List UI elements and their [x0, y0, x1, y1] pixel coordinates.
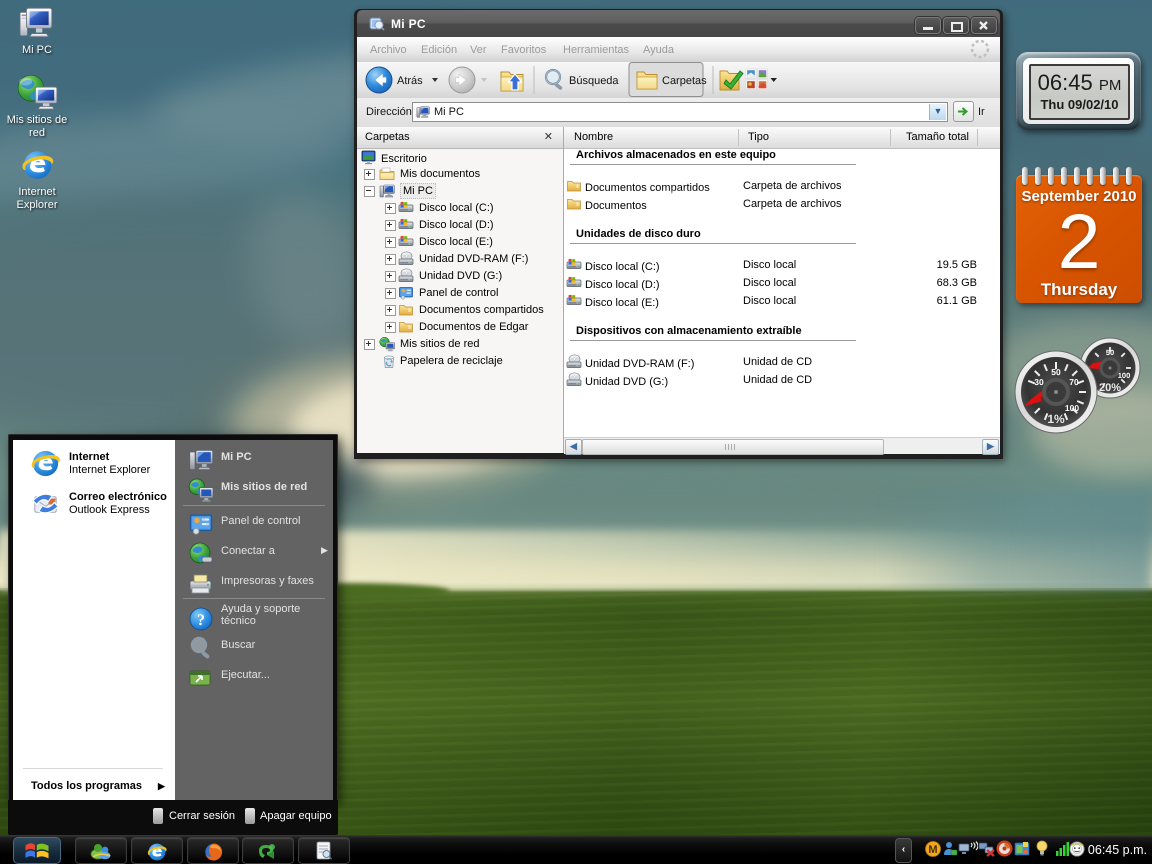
svg-text:30: 30 [1034, 377, 1044, 387]
svg-text:100: 100 [1118, 371, 1131, 380]
svg-text:50: 50 [1051, 367, 1061, 377]
svg-text:70: 70 [1069, 377, 1079, 387]
svg-text:Búsqueda: Búsqueda [569, 75, 619, 87]
svg-text:M: M [928, 844, 937, 856]
svg-text:Carpetas: Carpetas [662, 75, 707, 87]
svg-text:1%: 1% [1047, 412, 1065, 426]
svg-text:50: 50 [1106, 348, 1114, 357]
svg-text:20%: 20% [1099, 382, 1121, 394]
svg-text:Atrás: Atrás [397, 75, 423, 87]
svg-text:?: ? [197, 612, 205, 629]
svg-text:100: 100 [1065, 403, 1079, 413]
